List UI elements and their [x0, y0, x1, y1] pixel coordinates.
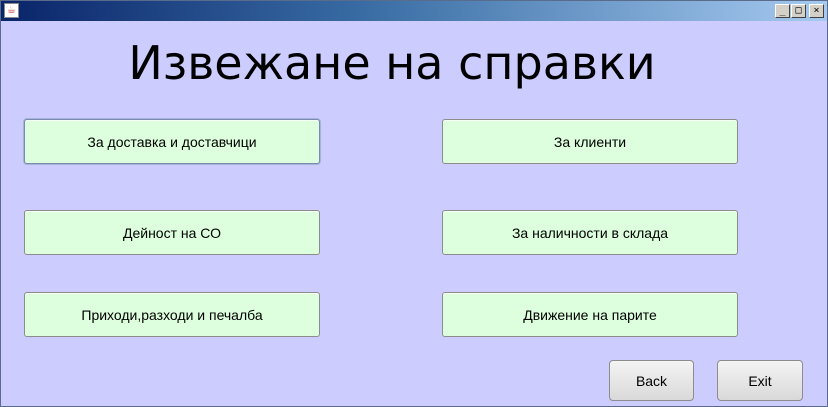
minimize-button[interactable]: _ [775, 4, 790, 18]
cashflow-report-button[interactable]: Движение на парите [442, 292, 738, 337]
page-title: Извежане на справки [128, 36, 656, 90]
java-cup-icon: ☕ [4, 3, 19, 18]
close-button[interactable]: × [809, 4, 824, 18]
income-report-button[interactable]: Приходи,разходи и печалба [24, 292, 320, 337]
title-bar[interactable]: ☕ _ □ × [1, 1, 827, 21]
maximize-button[interactable]: □ [791, 4, 806, 18]
stock-report-button[interactable]: За наличности в склада [442, 210, 738, 255]
clients-report-button[interactable]: За клиенти [442, 119, 738, 164]
back-button[interactable]: Back [609, 360, 694, 401]
activity-report-button[interactable]: Дейност на СО [24, 210, 320, 255]
exit-button[interactable]: Exit [717, 360, 803, 401]
report-window: ☕ _ □ × Извежане на справки За доставка … [0, 0, 828, 407]
deliveries-report-button[interactable]: За доставка и доставчици [24, 119, 320, 164]
